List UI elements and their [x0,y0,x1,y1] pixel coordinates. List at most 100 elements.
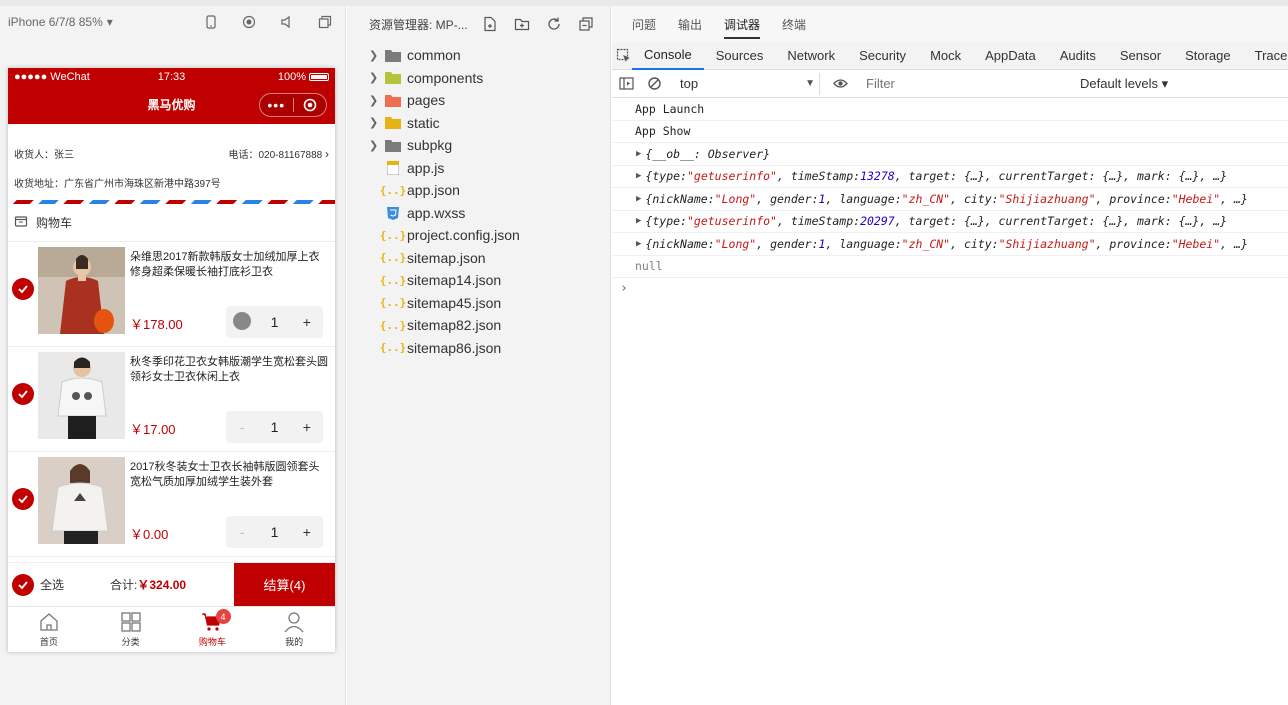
minus-button[interactable]: - [226,419,258,435]
phone-icon[interactable] [203,14,219,30]
tab-debugger[interactable]: 调试器 [724,16,761,39]
log-entry[interactable]: ▶ {__ob__: Observer} [612,143,1288,166]
log-entry[interactable]: ▶ {type: "getuserinfo", timeStamp: 20297,… [612,211,1288,233]
phone-number: 电话：020-81167888 › [228,147,329,161]
navigation-bar: ●●●●● WeChat 17:33 100% 黑马优购 ••• [8,68,335,124]
battery-percent: 100% [277,71,306,83]
home-icon [40,613,58,631]
tab-mock[interactable]: Mock [918,42,973,70]
refresh-icon[interactable] [546,16,562,32]
quantity-value[interactable]: 1 [258,314,290,330]
simulator-panel: iPhone 6/7/8 85% ▾ ●●●●● WeChat 17:33 10… [0,6,346,705]
tab-my[interactable]: 我的 [253,607,335,652]
device-select[interactable]: iPhone 6/7/8 85% ▾ [8,15,113,29]
tab-network[interactable]: Network [775,42,847,70]
devtools-panel: 问题 输出 调试器 终端 Console Sources Network Sec… [612,6,1288,705]
quantity-value[interactable]: 1 [258,524,290,540]
close-target-icon[interactable] [294,98,327,112]
eye-icon[interactable] [826,76,854,91]
status-time: 17:33 [157,71,186,83]
goods-price: ￥178.00 [130,317,183,332]
tab-sources[interactable]: Sources [704,42,776,70]
context-select[interactable]: top ▼ [672,72,820,95]
goods-checkbox[interactable] [12,278,34,300]
simulator-toolbar: iPhone 6/7/8 85% ▾ [0,6,345,38]
file-item[interactable]: {..} sitemap45.json [347,292,610,315]
new-file-icon[interactable] [482,16,498,32]
folder-icon [385,138,401,152]
chevron-down-icon: ▼ [805,78,815,89]
goods-name: 朵维思2017新款韩版女士加绒加厚上衣修身超柔保暖长袖打底衫卫衣 [130,251,320,278]
file-item[interactable]: {..} app.json [347,179,610,202]
goods-item: 秋冬季印花卫衣女韩版潮学生宽松套头圆领衫女士卫衣休闲上衣 ￥17.00 - 1 … [8,347,335,452]
address-box[interactable]: 收货人：张三 电话：020-81167888 › 收货地址：广东省广州市海珠区新… [8,124,335,204]
tab-trace[interactable]: Trace [1243,42,1288,70]
select-all-label[interactable]: 全选 [40,576,64,593]
goods-item: 2017秋冬装女士卫衣长袖韩版圆领套头宽松气质加厚加绒学生装外套 ￥0.00 -… [8,452,335,557]
filter-input[interactable] [860,72,1070,95]
file-item[interactable]: {..} sitemap82.json [347,314,610,337]
tab-terminal[interactable]: 终端 [782,16,806,33]
tab-audits[interactable]: Audits [1048,42,1108,70]
quantity-value[interactable]: 1 [258,419,290,435]
log-entry[interactable]: ▶ {type: "getuserinfo", timeStamp: 13278,… [612,166,1288,188]
json-file-icon: {..} [379,251,407,265]
log-levels-select[interactable]: Default levels ▾ [1080,76,1168,92]
tab-home[interactable]: 首页 [8,607,90,652]
console-toolbar: top ▼ Default levels ▾ [612,70,1288,98]
folder-item[interactable]: ❯ subpkg [347,134,610,157]
goods-checkbox[interactable] [12,383,34,405]
file-item[interactable]: app.wxss [347,202,610,225]
chevron-right-icon: ❯ [369,139,379,152]
tab-category[interactable]: 分类 [90,607,172,652]
tab-security[interactable]: Security [847,42,918,70]
goods-item: 朵维思2017新款韩版女士加绒加厚上衣修身超柔保暖长袖打底衫卫衣 ￥178.00… [8,242,335,347]
new-folder-icon[interactable] [514,16,530,32]
file-item[interactable]: {..} project.config.json [347,224,610,247]
log-entry[interactable]: ▶ {nickName: "Long", gender: 1, language:… [612,188,1288,211]
folder-item[interactable]: ❯ components [347,67,610,90]
tab-problems[interactable]: 问题 [632,16,656,33]
phone-screen: ●●●●● WeChat 17:33 100% 黑马优购 ••• 收货人：张三 [8,68,335,652]
minus-button[interactable]: - [226,524,258,540]
plus-button[interactable]: + [291,419,323,435]
tab-output[interactable]: 输出 [678,16,702,33]
plus-button[interactable]: + [291,524,323,540]
checkout-button[interactable]: 结算(4) [234,562,335,607]
clear-console-icon[interactable] [640,76,668,91]
inspect-element-icon[interactable] [616,48,632,64]
tab-cart[interactable]: 购物车 4 [172,607,254,652]
battery: 100% [224,71,329,83]
file-item[interactable]: {..} sitemap14.json [347,269,610,292]
cart-header: 购物车 [8,204,335,242]
js-file-icon [385,160,401,175]
tab-appdata[interactable]: AppData [973,42,1048,70]
folder-item[interactable]: ❯ pages [347,89,610,112]
folder-item[interactable]: ❯ static [347,112,610,135]
expand-triangle-icon: ▶ [636,148,642,159]
speaker-icon[interactable] [279,14,295,30]
goods-checkbox[interactable] [12,488,34,510]
device-label: iPhone 6/7/8 85% [8,15,103,29]
collapse-all-icon[interactable] [578,16,594,32]
file-item[interactable]: app.js [347,157,610,180]
bottom-panel-tabs: 问题 输出 调试器 终端 [612,6,1288,42]
log-entry[interactable]: ▶ {nickName: "Long", gender: 1, language:… [612,233,1288,256]
file-item[interactable]: {..} sitemap86.json [347,337,610,360]
more-icon[interactable]: ••• [260,98,293,112]
select-all-checkbox[interactable] [12,573,34,596]
console-prompt[interactable]: › [612,278,1288,298]
minus-button[interactable] [226,311,258,333]
folder-item[interactable]: ❯ common [347,44,610,67]
tab-console[interactable]: Console [632,42,704,70]
tab-storage[interactable]: Storage [1173,42,1243,70]
record-icon[interactable] [241,14,257,30]
goods-image[interactable] [38,457,125,544]
goods-image[interactable] [38,247,125,334]
plus-button[interactable]: + [291,314,323,330]
file-item[interactable]: {..} sitemap.json [347,247,610,270]
sidebar-toggle-icon[interactable] [612,76,640,91]
detach-window-icon[interactable] [317,14,333,30]
goods-image[interactable] [38,352,125,439]
tab-sensor[interactable]: Sensor [1108,42,1173,70]
